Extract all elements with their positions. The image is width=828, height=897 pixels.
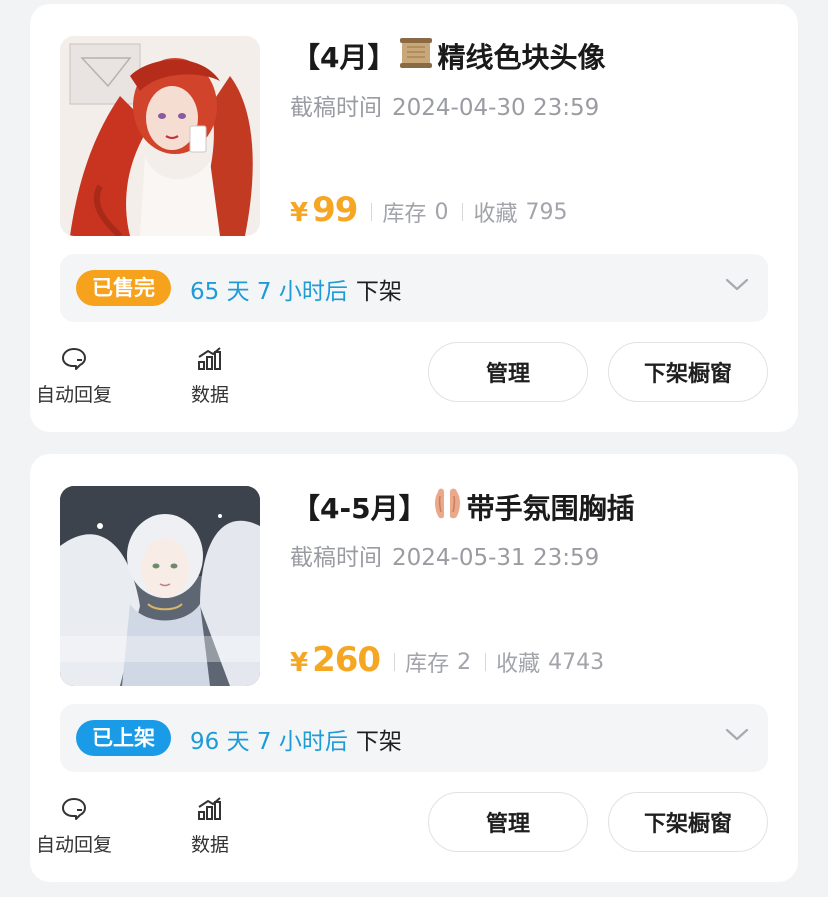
title-prefix: 【4月】 [292,41,396,74]
manage-button[interactable]: 管理 [428,792,588,852]
deadline-value: 2024-04-30 23:59 [392,95,600,121]
deadline-label: 截稿时间 [290,545,382,571]
favorites: 收藏 795 [462,196,567,228]
product-card[interactable]: 【4月】 精线色块头像 截稿时间 2024-04-30 23:59 ¥ 99 库存… [30,4,798,432]
status-bar[interactable]: 已上架 96 天 7 小时后 下架 [60,704,768,772]
title-prefix: 【4-5月】 [292,491,427,525]
stock: 库存 0 [371,196,448,228]
auto-reply-button[interactable]: 自动回复 [30,796,118,857]
countdown-suffix: 下架 [355,729,402,755]
divider [394,653,396,671]
countdown: 96 天 7 小时后 下架 [190,722,402,756]
price: 260 [312,640,381,680]
deadline: 截稿时间 2024-04-30 23:59 [290,88,599,122]
divider [485,653,487,671]
product-card[interactable]: 【4-5月】 带手氛围胸插 截稿时间 2024-05-31 23:59 ¥ 260… [30,454,798,882]
status-badge: 已上架 [76,720,171,756]
currency-symbol: ¥ [290,198,309,228]
tool-label: 数据 [190,834,229,856]
tool-label: 自动回复 [35,834,112,856]
stock: 库存 2 [394,646,471,678]
countdown: 65 天 7 小时后 下架 [190,272,402,306]
chevron-down-icon[interactable] [724,274,750,298]
fav-label: 收藏 [473,202,518,227]
fav-value: 4743 [548,649,605,675]
take-down-button[interactable]: 下架橱窗 [608,792,768,852]
fav-value: 795 [525,199,568,225]
bar-chart-icon [166,796,254,826]
scroll-icon [399,37,433,76]
ear-icon [431,486,463,527]
divider [371,203,373,221]
currency-symbol: ¥ [290,648,309,678]
deadline: 截稿时间 2024-05-31 23:59 [290,538,599,572]
tool-label: 自动回复 [35,384,112,406]
bar-chart-icon [166,346,254,376]
data-button[interactable]: 数据 [166,346,254,407]
product-title[interactable]: 【4月】 精线色块头像 [292,36,606,76]
stock-value: 0 [434,199,449,225]
data-button[interactable]: 数据 [166,796,254,857]
chat-reply-icon [30,796,118,826]
price-row: ¥ 99 库存 0 收藏 795 [290,190,567,230]
title-text: 精线色块头像 [437,41,606,74]
take-down-button[interactable]: 下架橱窗 [608,342,768,402]
divider [462,203,464,221]
countdown-suffix: 下架 [355,279,402,305]
tool-label: 数据 [190,384,229,406]
favorites: 收藏 4743 [485,646,604,678]
chat-reply-icon [30,346,118,376]
product-title[interactable]: 【4-5月】 带手氛围胸插 [292,486,635,527]
chevron-down-icon[interactable] [724,724,750,748]
fav-label: 收藏 [496,652,541,677]
countdown-time: 96 天 7 小时后 [190,729,348,755]
stock-label: 库存 [405,652,450,677]
title-text: 带手氛围胸插 [466,491,635,525]
deadline-label: 截稿时间 [290,95,382,121]
product-thumbnail[interactable] [60,36,260,236]
stock-value: 2 [457,649,472,675]
status-bar[interactable]: 已售完 65 天 7 小时后 下架 [60,254,768,322]
stock-label: 库存 [382,202,427,227]
product-thumbnail[interactable] [60,486,260,686]
countdown-time: 65 天 7 小时后 [190,279,348,305]
status-badge: 已售完 [76,270,171,306]
price: 99 [312,190,358,230]
manage-button[interactable]: 管理 [428,342,588,402]
price-row: ¥ 260 库存 2 收藏 4743 [290,640,604,680]
deadline-value: 2024-05-31 23:59 [392,545,600,571]
auto-reply-button[interactable]: 自动回复 [30,346,118,407]
